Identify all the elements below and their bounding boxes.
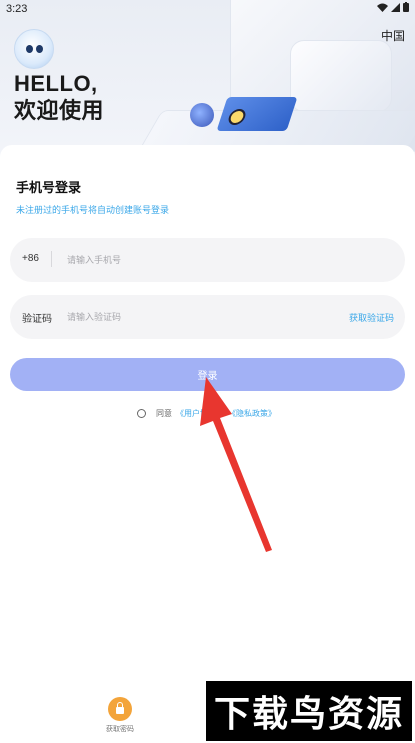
- code-field: 验证码 获取验证码: [10, 295, 405, 339]
- login-title: 手机号登录: [16, 180, 82, 195]
- region-selector[interactable]: 中国: [381, 27, 405, 44]
- login-hint: 未注册过的手机号将自动创建账号登录: [16, 205, 170, 215]
- welcome-heading: HELLO, 欢迎使用: [14, 70, 104, 124]
- lock-icon: [108, 697, 132, 721]
- wifi-icon: [377, 3, 388, 15]
- status-time: 3:23: [6, 3, 28, 15]
- code-input[interactable]: [67, 307, 327, 327]
- get-code-button[interactable]: 获取验证码: [349, 311, 394, 324]
- hero-decor: [290, 40, 392, 112]
- agree-checkbox[interactable]: [137, 408, 146, 418]
- status-icons: [377, 2, 409, 15]
- hero-device: [216, 97, 298, 131]
- user-agreement-link[interactable]: 《用户协议》: [176, 408, 224, 419]
- agree-text: 同意: [156, 408, 172, 418]
- mascot-icon: [14, 29, 54, 69]
- greeting-line-1: HELLO,: [14, 71, 98, 96]
- privacy-policy-link[interactable]: 《隐私政策》: [228, 408, 276, 419]
- login-card: 手机号登录 未注册过的手机号将自动创建账号登录 +86 验证码 获取验证码 登录…: [0, 145, 415, 743]
- status-bar: 3:23: [0, 0, 415, 18]
- login-button[interactable]: 登录: [10, 358, 405, 391]
- code-label: 验证码: [22, 314, 52, 325]
- country-code[interactable]: +86: [22, 253, 39, 264]
- field-divider: [51, 251, 52, 267]
- watermark-text: 下载鸟资源: [213, 694, 404, 735]
- signal-icon: [391, 2, 400, 15]
- hero-orb: [190, 103, 214, 127]
- greeting-line-2: 欢迎使用: [14, 98, 105, 123]
- get-password-label: 获取密码: [106, 726, 134, 733]
- get-password-button[interactable]: 获取密码: [105, 697, 135, 734]
- phone-input[interactable]: [67, 250, 327, 270]
- phone-field: +86: [10, 238, 405, 282]
- agreement-row: 同意 《用户协议》 《隐私政策》: [137, 407, 276, 419]
- battery-icon: [403, 2, 409, 15]
- watermark: 下载鸟资源: [206, 681, 412, 741]
